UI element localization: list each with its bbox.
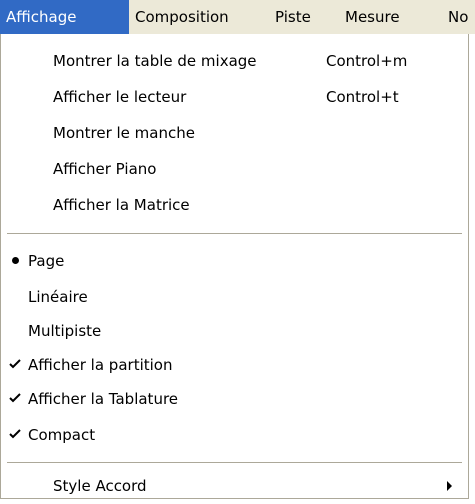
menu-item-label: Afficher Piano xyxy=(53,160,157,178)
menu-affichage-label: Affichage xyxy=(6,8,77,26)
menu-mesure[interactable]: Mesure xyxy=(339,0,406,34)
menu-separator xyxy=(7,233,462,235)
affichage-dropdown: Montrer la table de mixage Control+m Aff… xyxy=(0,34,469,499)
menu-item-label: Montrer le manche xyxy=(53,124,195,142)
menu-item-piano[interactable]: Afficher Piano xyxy=(1,151,468,187)
shortcut-label: Control+m xyxy=(326,52,408,70)
menu-composition[interactable]: Composition xyxy=(129,0,235,34)
menu-composition-label: Composition xyxy=(135,8,229,26)
menu-item-label: Montrer la table de mixage xyxy=(53,52,257,70)
checkmark-icon xyxy=(7,417,23,453)
menu-item-label: Linéaire xyxy=(28,288,88,306)
menu-item-lecteur[interactable]: Afficher le lecteur Control+t xyxy=(1,79,468,115)
menu-item-label: Afficher la partition xyxy=(28,356,173,374)
checkmark-icon xyxy=(7,347,23,383)
bullet-icon xyxy=(7,243,23,279)
menu-item-label: Afficher la Matrice xyxy=(53,196,190,214)
menu-item-manche[interactable]: Montrer le manche xyxy=(1,115,468,151)
menu-item-matrice[interactable]: Afficher la Matrice xyxy=(1,187,468,223)
menu-item-lineaire[interactable]: Linéaire xyxy=(1,279,468,315)
submenu-arrow-icon xyxy=(447,481,452,491)
menu-affichage[interactable]: Affichage xyxy=(0,0,129,34)
menu-item-label: Compact xyxy=(28,426,96,444)
checkmark-icon xyxy=(7,381,23,417)
menu-separator xyxy=(7,462,462,464)
menu-bar: Affichage Composition Piste Mesure No xyxy=(0,0,475,34)
menu-no[interactable]: No xyxy=(442,0,474,34)
menu-item-label: Multipiste xyxy=(28,322,102,340)
menu-piste-label: Piste xyxy=(275,8,311,26)
menu-item-partition[interactable]: Afficher la partition xyxy=(1,347,468,383)
menu-item-label: Afficher le lecteur xyxy=(53,88,187,106)
menu-piste[interactable]: Piste xyxy=(269,0,317,34)
menu-item-compact[interactable]: Compact xyxy=(1,417,468,453)
menu-no-label: No xyxy=(448,8,469,26)
menu-mesure-label: Mesure xyxy=(345,8,400,26)
menu-item-label: Page xyxy=(28,252,65,270)
menu-item-label: Afficher la Tablature xyxy=(28,390,179,408)
menu-item-table-de-mixage[interactable]: Montrer la table de mixage Control+m xyxy=(1,43,468,79)
menu-item-page[interactable]: Page xyxy=(1,243,468,279)
menu-item-multipiste[interactable]: Multipiste xyxy=(1,313,468,349)
shortcut-label: Control+t xyxy=(326,88,399,106)
menu-item-tablature[interactable]: Afficher la Tablature xyxy=(1,381,468,417)
